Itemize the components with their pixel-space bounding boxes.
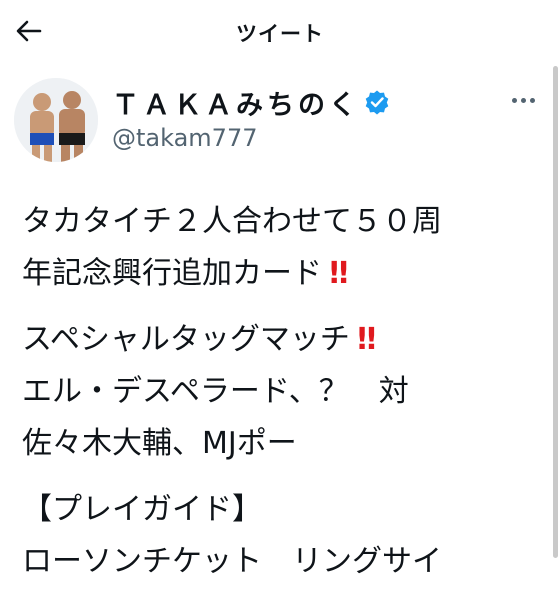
more-horizontal-icon	[512, 98, 517, 103]
page-title: ツイート	[236, 22, 324, 46]
tweet-paragraph: タカタイチ２人合わせて５０周 年記念興行追加カード ‼	[22, 196, 542, 300]
more-button[interactable]	[505, 88, 541, 112]
tweet-paragraph: スペシャルタッグマッチ ‼ エル・デスペラード、？ 対佐々木大輔、MJポー	[22, 314, 542, 470]
double-exclamation-emoji-icon: ‼	[322, 256, 348, 291]
verified-badge-icon	[365, 90, 389, 115]
tweet-line: 【プレイガイド】	[22, 492, 262, 527]
tweet-line: ローソンチケット リングサイ	[22, 544, 442, 579]
tweet-paragraph: 【プレイガイド】ローソンチケット リングサイ	[22, 484, 542, 588]
tweet-line: タカタイチ２人合わせて５０周	[22, 204, 442, 239]
avatar[interactable]	[14, 78, 98, 162]
tweet-text: タカタイチ２人合わせて５０周 年記念興行追加カード ‼ スペシャルタッグマッチ ‼ エ…	[22, 196, 542, 602]
tweet-line: エル・デスペラード、？ 対	[22, 374, 409, 409]
tweet-line: スペシャルタッグマッチ ‼	[22, 322, 376, 357]
double-exclamation-emoji-icon: ‼	[349, 322, 376, 357]
author-block[interactable]: ＴＡＫＡみちのく @takam777	[112, 82, 390, 152]
author-handle[interactable]: @takam777	[112, 124, 390, 152]
tweet-line: 佐々木大輔、MJポー	[22, 426, 297, 461]
scrollbar[interactable]	[553, 66, 558, 558]
top-bar: ツイート	[0, 0, 560, 62]
tweet-line: 年記念興行追加カード ‼	[22, 256, 348, 291]
author-name[interactable]: ＴＡＫＡみちのく	[112, 83, 360, 122]
